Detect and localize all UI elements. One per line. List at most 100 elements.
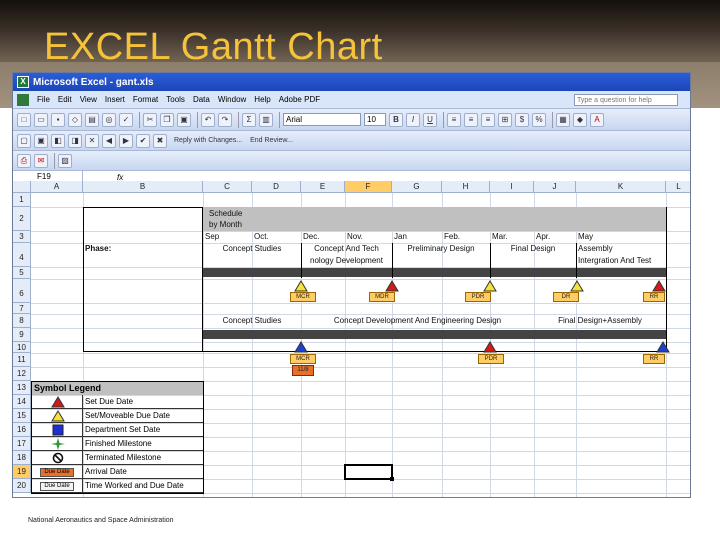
- menu-data[interactable]: Data: [189, 95, 214, 104]
- help-search-input[interactable]: Type a question for help: [574, 94, 678, 106]
- next-icon[interactable]: ▶: [119, 133, 133, 148]
- menu-format[interactable]: Format: [129, 95, 162, 104]
- new-icon[interactable]: □: [17, 112, 31, 127]
- preview-icon[interactable]: ◎: [102, 112, 116, 127]
- new-comment-icon[interactable]: ▢: [17, 133, 31, 148]
- save-icon[interactable]: ▪: [51, 112, 65, 127]
- phase-concept-tech-line2: nology Development: [310, 256, 383, 265]
- row-header[interactable]: 16: [13, 423, 31, 437]
- font-size-select[interactable]: 10: [364, 113, 386, 126]
- menu-tools[interactable]: Tools: [162, 95, 189, 104]
- align-left-icon[interactable]: ≡: [447, 112, 461, 127]
- month-label: May: [578, 232, 594, 241]
- red-triangle-icon: [385, 280, 399, 292]
- row-header[interactable]: 10: [13, 342, 31, 353]
- row-header[interactable]: 11: [13, 353, 31, 367]
- font-name-select[interactable]: Arial: [283, 113, 361, 126]
- row-header[interactable]: 14: [13, 395, 31, 409]
- pdf-convert-icon[interactable]: ⎙: [17, 153, 31, 168]
- chart-icon[interactable]: ▥: [259, 112, 273, 127]
- column-header[interactable]: A: [31, 181, 83, 193]
- fill-handle[interactable]: [390, 477, 394, 481]
- permission-icon[interactable]: ◇: [68, 112, 82, 127]
- percent-icon[interactable]: %: [532, 112, 546, 127]
- standard-toolbar: □ ▭ ▪ ◇ ▤ ◎ ✓ ✂ ❐ ▣ ↶ ↷ Σ ▥ Arial 10 B I…: [13, 109, 690, 131]
- active-cell-f19[interactable]: [344, 464, 393, 480]
- delete-comment-icon[interactable]: ✕: [85, 133, 99, 148]
- row-header[interactable]: 9: [13, 328, 31, 342]
- column-header[interactable]: E: [301, 181, 345, 193]
- spreadsheet-grid[interactable]: A B C D E F G H I J K L 1 2 3 4 5 6 7 8 …: [13, 181, 690, 497]
- column-header[interactable]: C: [203, 181, 252, 193]
- autosum-icon[interactable]: Σ: [242, 112, 256, 127]
- redo-icon[interactable]: ↷: [218, 112, 232, 127]
- reply-with-changes-button[interactable]: Reply with Changes...: [174, 137, 242, 144]
- column-header-selected[interactable]: F: [345, 181, 392, 193]
- align-right-icon[interactable]: ≡: [481, 112, 495, 127]
- undo-icon[interactable]: ↶: [201, 112, 215, 127]
- column-header[interactable]: L: [666, 181, 690, 193]
- accept-icon[interactable]: ✔: [136, 133, 150, 148]
- menu-window[interactable]: Window: [214, 95, 250, 104]
- column-header[interactable]: H: [442, 181, 490, 193]
- previous-icon[interactable]: ◀: [102, 133, 116, 148]
- italic-button[interactable]: I: [406, 112, 420, 127]
- show-comment-icon[interactable]: ▣: [34, 133, 48, 148]
- pdf-email-icon[interactable]: ✉: [34, 153, 48, 168]
- paste-icon[interactable]: ▣: [177, 112, 191, 127]
- borders-icon[interactable]: ▦: [556, 112, 570, 127]
- column-header[interactable]: J: [534, 181, 576, 193]
- row-header[interactable]: 8: [13, 314, 31, 328]
- end-review-button[interactable]: End Review...: [250, 137, 293, 144]
- column-header[interactable]: I: [490, 181, 534, 193]
- row-header[interactable]: 15: [13, 409, 31, 423]
- fill-color-icon[interactable]: ◆: [573, 112, 587, 127]
- column-header[interactable]: D: [252, 181, 301, 193]
- row-header[interactable]: 12: [13, 367, 31, 381]
- print-icon[interactable]: ▤: [85, 112, 99, 127]
- row-header[interactable]: 2: [13, 207, 31, 231]
- row-header[interactable]: 5: [13, 267, 31, 279]
- window-titlebar[interactable]: X Microsoft Excel - gant.xls: [13, 73, 690, 91]
- column-header[interactable]: G: [392, 181, 442, 193]
- menu-view[interactable]: View: [76, 95, 101, 104]
- pdf-review-icon[interactable]: ▨: [58, 153, 72, 168]
- copy-icon[interactable]: ❐: [160, 112, 174, 127]
- cut-icon[interactable]: ✂: [143, 112, 157, 127]
- row-header[interactable]: 13: [13, 381, 31, 395]
- row-header[interactable]: 17: [13, 437, 31, 451]
- timeline-bar-mid: [203, 330, 666, 339]
- select-all-corner[interactable]: [13, 181, 31, 193]
- row-header[interactable]: 4: [13, 243, 31, 267]
- font-color-icon[interactable]: A: [590, 112, 604, 127]
- row-header[interactable]: 1: [13, 193, 31, 207]
- month-label: Jan: [394, 232, 407, 241]
- green-star-icon: [51, 438, 65, 450]
- reject-icon[interactable]: ✖: [153, 133, 167, 148]
- column-header[interactable]: B: [83, 181, 203, 193]
- underline-button[interactable]: U: [423, 112, 437, 127]
- menu-help[interactable]: Help: [250, 95, 274, 104]
- menu-edit[interactable]: Edit: [54, 95, 76, 104]
- phase-concept-studies: Concept Studies: [222, 244, 282, 253]
- currency-icon[interactable]: $: [515, 112, 529, 127]
- row-header[interactable]: 18: [13, 451, 31, 465]
- menu-insert[interactable]: Insert: [101, 95, 129, 104]
- month-label: Dec.: [303, 232, 320, 241]
- bold-button[interactable]: B: [389, 112, 403, 127]
- row-header[interactable]: 6: [13, 279, 31, 303]
- row-header[interactable]: 7: [13, 303, 31, 314]
- phase-preliminary-design: Preliminary Design: [407, 244, 475, 253]
- merge-center-icon[interactable]: ⊞: [498, 112, 512, 127]
- align-center-icon[interactable]: ≡: [464, 112, 478, 127]
- menu-adobe-pdf[interactable]: Adobe PDF: [275, 95, 324, 104]
- menu-file[interactable]: File: [33, 95, 54, 104]
- open-icon[interactable]: ▭: [34, 112, 48, 127]
- highlight-icon[interactable]: ◨: [68, 133, 82, 148]
- row-header[interactable]: 20: [13, 479, 31, 493]
- track-icon[interactable]: ◧: [51, 133, 65, 148]
- column-header[interactable]: K: [576, 181, 666, 193]
- row-header[interactable]: 3: [13, 231, 31, 243]
- row-header-selected[interactable]: 19: [13, 465, 31, 479]
- spelling-icon[interactable]: ✓: [119, 112, 133, 127]
